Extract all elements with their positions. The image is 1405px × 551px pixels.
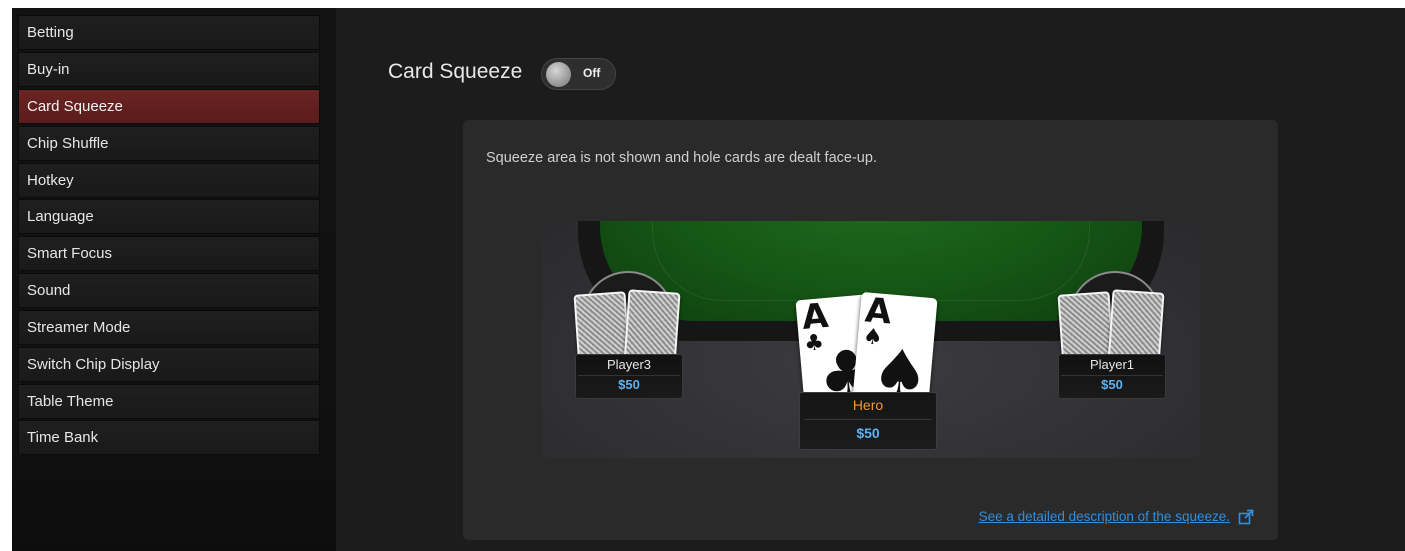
squeeze-description: Squeeze area is not shown and hole cards… — [486, 150, 877, 166]
felt-line — [652, 221, 1090, 301]
external-link-icon[interactable] — [1238, 509, 1254, 525]
sidebar-item-streamer-mode[interactable]: Streamer Mode — [18, 310, 320, 345]
player-stack: $50 — [618, 377, 640, 392]
divider — [1061, 375, 1163, 376]
sidebar-item-chip-shuffle[interactable]: Chip Shuffle — [18, 126, 320, 161]
page-title: Card Squeeze — [388, 60, 523, 83]
sidebar-item-smart-focus[interactable]: Smart Focus — [18, 236, 320, 271]
hero-card-2: A ♠ ♠ — [852, 290, 938, 414]
table-preview: Player3 $50 Player1 $50 A ♣ ♣ A ♠ ♠ Hero… — [542, 221, 1200, 458]
hero-stack: $50 — [856, 425, 880, 441]
divider — [578, 375, 680, 376]
sidebar-item-betting[interactable]: Betting — [18, 15, 320, 50]
sidebar-item-hotkey[interactable]: Hotkey — [18, 163, 320, 198]
hero-nameplate: Hero $50 — [799, 392, 937, 450]
divider — [804, 419, 932, 420]
squeeze-description-link[interactable]: See a detailed description of the squeez… — [979, 509, 1230, 524]
settings-content: Card Squeeze Off Squeeze area is not sho… — [336, 8, 1405, 551]
sidebar-item-time-bank[interactable]: Time Bank — [18, 420, 320, 455]
sidebar-item-buy-in[interactable]: Buy-in — [18, 52, 320, 87]
toggle-state-label: Off — [583, 66, 601, 80]
preview-panel: Squeeze area is not shown and hole cards… — [463, 120, 1278, 540]
toggle-knob — [546, 62, 571, 87]
hero-name: Hero — [852, 397, 884, 413]
player1-nameplate: Player1 $50 — [1058, 354, 1166, 399]
card-squeeze-toggle[interactable]: Off — [541, 58, 616, 90]
sidebar-item-sound[interactable]: Sound — [18, 273, 320, 308]
player-stack: $50 — [1101, 377, 1123, 392]
sidebar-item-table-theme[interactable]: Table Theme — [18, 384, 320, 419]
sidebar-item-language[interactable]: Language — [18, 199, 320, 234]
settings-window: Betting Buy-in Card Squeeze Chip Shuffle… — [12, 8, 1405, 551]
sidebar-item-switch-chip-display[interactable]: Switch Chip Display — [18, 347, 320, 382]
player-name: Player1 — [1089, 357, 1135, 372]
sidebar-item-card-squeeze[interactable]: Card Squeeze — [18, 89, 320, 124]
player-name: Player3 — [606, 357, 652, 372]
settings-sidebar: Betting Buy-in Card Squeeze Chip Shuffle… — [12, 8, 336, 551]
player3-nameplate: Player3 $50 — [575, 354, 683, 399]
